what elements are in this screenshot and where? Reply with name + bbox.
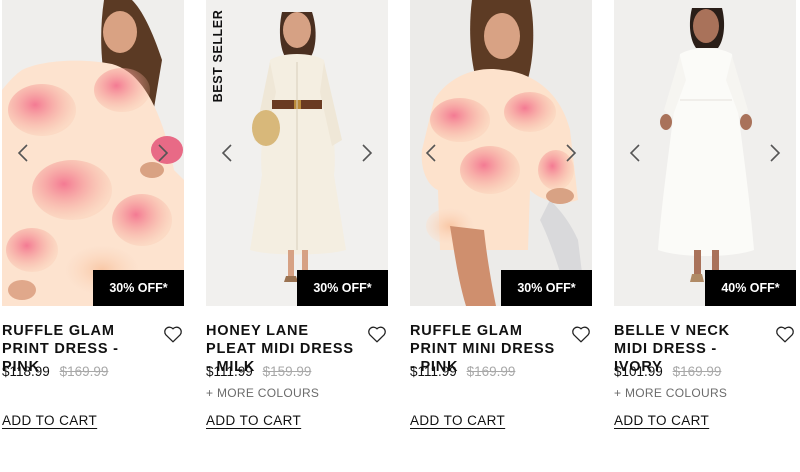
heart-outline-icon	[776, 326, 794, 343]
discount-badge: 30% OFF*	[93, 270, 184, 306]
chevron-left-icon	[17, 144, 28, 162]
product-card[interactable]: 30% OFF* RUFFLE GLAM PRINT DRESS - PINK …	[2, 0, 184, 472]
product-grid: 30% OFF* RUFFLE GLAM PRINT DRESS - PINK …	[0, 0, 800, 472]
carousel-prev-button[interactable]	[622, 140, 648, 166]
heart-outline-icon	[572, 326, 590, 343]
chevron-right-icon	[158, 144, 169, 162]
product-image[interactable]: BEST SELLER 30% OFF*	[206, 0, 388, 306]
product-image[interactable]: 40% OFF*	[614, 0, 796, 306]
carousel-next-button[interactable]	[762, 140, 788, 166]
chevron-right-icon	[770, 144, 781, 162]
more-colours-link[interactable]: + MORE COLOURS	[614, 386, 727, 400]
chevron-right-icon	[566, 144, 577, 162]
wishlist-button[interactable]	[570, 323, 592, 345]
price-row: $111.99 $169.99	[410, 364, 515, 379]
add-to-cart-button[interactable]: ADD TO CART	[410, 413, 505, 428]
heart-outline-icon	[368, 326, 386, 343]
product-image[interactable]: 30% OFF*	[2, 0, 184, 306]
carousel-next-button[interactable]	[558, 140, 584, 166]
discount-badge: 30% OFF*	[297, 270, 388, 306]
best-seller-label: BEST SELLER	[211, 9, 225, 103]
wishlist-button[interactable]	[162, 323, 184, 345]
discount-badge: 40% OFF*	[705, 270, 796, 306]
carousel-prev-button[interactable]	[418, 140, 444, 166]
chevron-left-icon	[425, 144, 436, 162]
original-price: $169.99	[59, 364, 109, 379]
carousel-prev-button[interactable]	[214, 140, 240, 166]
add-to-cart-button[interactable]: ADD TO CART	[206, 413, 301, 428]
price-row: $101.99 $169.99	[614, 364, 721, 379]
more-colours-link[interactable]: + MORE COLOURS	[206, 386, 319, 400]
product-card[interactable]: 40% OFF* BELLE V NECK MIDI DRESS - IVORY…	[614, 0, 796, 472]
product-image[interactable]: 30% OFF*	[410, 0, 592, 306]
carousel-prev-button[interactable]	[10, 140, 36, 166]
original-price: $159.99	[262, 364, 312, 379]
chevron-left-icon	[629, 144, 640, 162]
original-price: $169.99	[672, 364, 722, 379]
wishlist-button[interactable]	[366, 323, 388, 345]
sale-price: $101.99	[614, 364, 663, 379]
original-price: $169.99	[466, 364, 516, 379]
sale-price: $118.99	[2, 364, 50, 379]
sale-price: $111.99	[206, 364, 253, 379]
carousel-next-button[interactable]	[150, 140, 176, 166]
price-row: $118.99 $169.99	[2, 364, 108, 379]
product-card[interactable]: BEST SELLER 30% OFF* HONEY LANE PLEAT MI…	[206, 0, 388, 472]
wishlist-button[interactable]	[774, 323, 796, 345]
discount-badge: 30% OFF*	[501, 270, 592, 306]
add-to-cart-button[interactable]: ADD TO CART	[2, 413, 97, 428]
add-to-cart-button[interactable]: ADD TO CART	[614, 413, 709, 428]
sale-price: $111.99	[410, 364, 457, 379]
heart-outline-icon	[164, 326, 182, 343]
chevron-left-icon	[221, 144, 232, 162]
product-card[interactable]: 30% OFF* RUFFLE GLAM PRINT MINI DRESS - …	[410, 0, 592, 472]
price-row: $111.99 $159.99	[206, 364, 311, 379]
chevron-right-icon	[362, 144, 373, 162]
carousel-next-button[interactable]	[354, 140, 380, 166]
